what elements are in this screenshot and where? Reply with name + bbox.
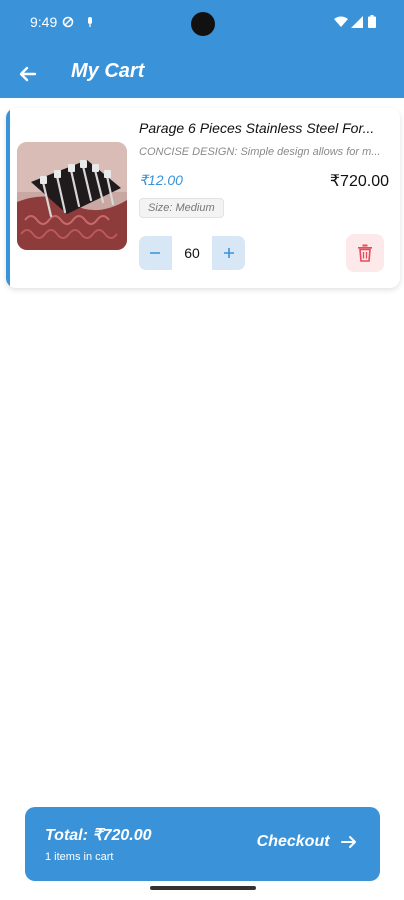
checkout-button[interactable]: Checkout [257, 833, 358, 857]
back-button[interactable] [14, 60, 42, 88]
minus-icon [150, 252, 160, 254]
increase-quantity-button[interactable] [213, 236, 245, 270]
checkout-bar: Total: ₹720.00 1 items in cart Checkout [25, 807, 380, 881]
cart-item-count: 1 items in cart [45, 851, 114, 863]
home-indicator [150, 886, 256, 890]
size-badge: Size: Medium [139, 198, 224, 218]
app-bar: 9:49 My Cart [0, 0, 404, 98]
product-name[interactable]: Parage 6 Pieces Stainless Steel For... [139, 120, 389, 136]
mic-icon [86, 15, 94, 33]
arrow-right-icon [341, 836, 356, 848]
camera-cutout [191, 12, 215, 36]
trash-icon [358, 244, 372, 262]
checkout-button-label: Checkout [256, 833, 330, 850]
delete-item-button[interactable] [346, 234, 384, 272]
arrow-left-icon [19, 66, 37, 82]
battery-icon [368, 15, 376, 33]
line-total: ₹720.00 [329, 173, 389, 190]
decrease-quantity-button[interactable] [139, 236, 171, 270]
plus-icon [224, 248, 234, 258]
location-icon [62, 15, 74, 33]
quantity-value[interactable]: 60 [172, 236, 212, 270]
status-time: 9:49 [30, 14, 58, 30]
quantity-stepper: 60 [139, 236, 245, 270]
cart-item-card: Parage 6 Pieces Stainless Steel For... C… [6, 108, 400, 288]
product-image[interactable] [17, 142, 127, 250]
cart-total: Total: ₹720.00 [45, 827, 152, 844]
page-title: My Cart [71, 60, 145, 82]
unit-price: ₹12.00 [139, 172, 183, 188]
signal-icon [351, 15, 363, 33]
product-description: CONCISE DESIGN: Simple design allows for… [139, 146, 381, 158]
wifi-icon [334, 15, 348, 33]
card-accent [6, 108, 10, 288]
